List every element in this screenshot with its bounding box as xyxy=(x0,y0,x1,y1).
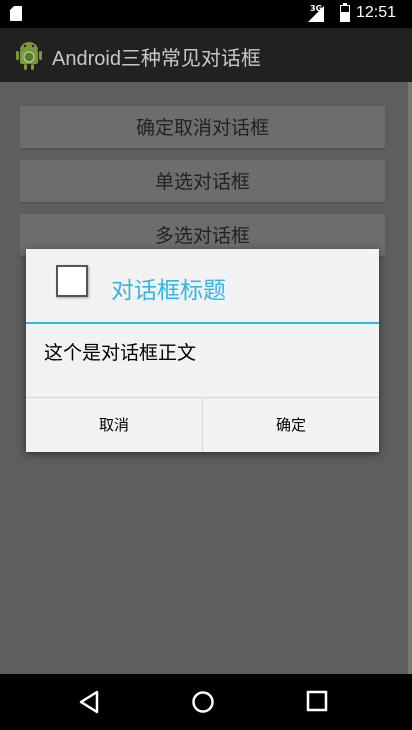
navigation-bar xyxy=(0,674,412,730)
cancel-button[interactable]: 取消 xyxy=(26,398,202,452)
home-icon[interactable] xyxy=(191,690,215,714)
recents-icon[interactable] xyxy=(306,690,328,712)
checkbox-icon xyxy=(56,265,88,297)
status-time: 12:51 xyxy=(356,4,397,21)
ok-button[interactable]: 确定 xyxy=(203,398,379,452)
screen-edge xyxy=(408,82,412,674)
android-icon xyxy=(16,42,42,70)
dialog-title-divider xyxy=(26,322,379,324)
dialog-title: 对话框标题 xyxy=(111,278,226,304)
alert-dialog: 对话框标题 这个是对话框正文 取消 确定 xyxy=(26,249,379,452)
status-bar: 3G 12:51 xyxy=(0,0,412,28)
network-type: 3G xyxy=(310,4,323,13)
dialog-message: 这个是对话框正文 xyxy=(44,342,197,364)
single-choice-dialog-button[interactable]: 单选对话框 xyxy=(20,160,385,204)
app-bar: Android三种常见对话框 xyxy=(0,28,412,82)
back-icon[interactable] xyxy=(78,690,100,714)
app-title: Android三种常见对话框 xyxy=(52,48,261,70)
sd-card-icon xyxy=(10,6,22,21)
confirm-cancel-dialog-button[interactable]: 确定取消对话框 xyxy=(20,106,385,150)
battery-icon xyxy=(340,3,350,22)
